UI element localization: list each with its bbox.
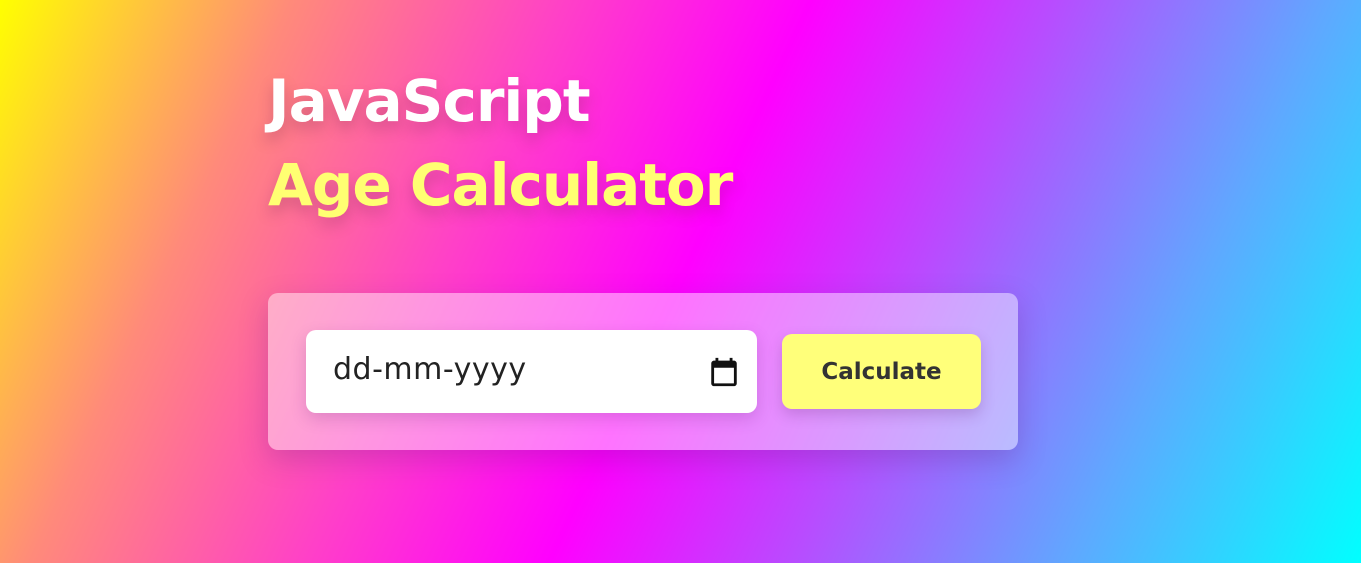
calculator-card: dd-mm-yyyy Calculate (268, 293, 1018, 450)
calculate-button[interactable]: Calculate (782, 334, 981, 409)
calendar-icon[interactable] (707, 354, 741, 390)
page-header: JavaScript Age Calculator (268, 62, 733, 236)
title-javascript: JavaScript (268, 67, 591, 135)
date-input-placeholder: dd-mm-yyyy (333, 352, 527, 387)
birth-date-input[interactable]: dd-mm-yyyy (306, 330, 757, 413)
title-age-calculator: Age Calculator (268, 151, 733, 219)
